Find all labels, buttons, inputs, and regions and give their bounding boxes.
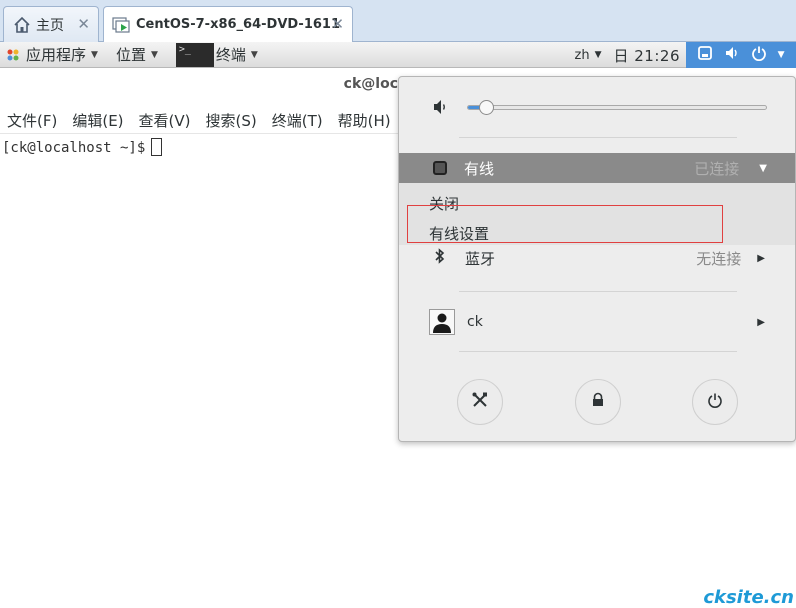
system-status-area[interactable]: ▼ (686, 42, 796, 68)
wired-label: 有线 (464, 159, 495, 178)
chevron-right-icon: ▶ (757, 252, 765, 264)
user-row[interactable]: ck ▶ (399, 307, 795, 337)
volume-slider-handle[interactable] (478, 100, 494, 115)
gnome-top-bar: 应用程序 ▼ 位置 ▼ >_ 终端 ▼ zh ▼ 日 21:26 ▼ (0, 42, 796, 68)
wired-status: 已连接 (694, 159, 740, 178)
user-name: ck (467, 314, 483, 330)
terminal-app-label: 终端 (215, 46, 246, 64)
chevron-down-icon: ▼ (150, 49, 158, 60)
places-label: 位置 (115, 46, 146, 64)
volume-icon (724, 45, 740, 65)
top-bar-right: zh ▼ 日 21:26 ▼ (569, 42, 796, 68)
input-method-menu[interactable]: zh ▼ (569, 48, 608, 63)
power-icon (751, 45, 767, 65)
tab-home-close-icon[interactable]: ✕ (77, 15, 90, 33)
power-off-button[interactable] (692, 379, 738, 425)
bluetooth-status: 无连接 (696, 249, 742, 268)
bluetooth-icon (433, 248, 447, 268)
settings-tools-icon (471, 391, 489, 413)
wired-connection-row[interactable]: 有线 已连接 ▼ (399, 153, 795, 183)
power-icon (707, 392, 723, 412)
menu-edit[interactable]: 编辑(E) (65, 110, 131, 131)
tab-strip: 主页 ✕ CentOS-7-x86_64-DVD-1611 ✕ (0, 0, 796, 42)
terminal-menu-bar: 文件(F) 编辑(E) 查看(V) 搜索(S) 终端(T) 帮助(H) (0, 108, 398, 134)
lock-icon (591, 392, 605, 412)
chevron-right-icon: ▶ (757, 316, 765, 328)
tab-home-label: 主页 (36, 17, 64, 34)
menu-help[interactable]: 帮助(H) (331, 110, 399, 131)
vm-icon (112, 15, 132, 35)
menu-terminal[interactable]: 终端(T) (265, 110, 331, 131)
chevron-down-icon: ▼ (594, 50, 602, 60)
settings-button[interactable] (457, 379, 503, 425)
menu-search[interactable]: 搜索(S) (199, 110, 265, 131)
separator (459, 351, 737, 352)
separator (459, 291, 737, 292)
separator (459, 137, 737, 138)
network-wired-icon (697, 45, 713, 65)
shell-prompt: [ck@localhost ~]$ (2, 140, 146, 156)
terminal-cursor (151, 138, 163, 156)
user-avatar-icon (429, 309, 455, 335)
chevron-down-icon: ▼ (250, 49, 258, 60)
clock[interactable]: 日 21:26 (608, 45, 687, 66)
lock-button[interactable] (575, 379, 621, 425)
annotation-highlight-box (407, 205, 723, 243)
volume-row (399, 89, 795, 125)
chevron-down-icon: ▼ (759, 162, 767, 174)
home-icon (12, 15, 32, 35)
chevron-down-icon: ▼ (91, 49, 98, 60)
applications-menu[interactable]: 应用程序 ▼ (0, 42, 104, 68)
tab-vm-close-icon[interactable]: ✕ (331, 15, 344, 33)
tab-vm-label: CentOS-7-x86_64-DVD-1611 (136, 17, 341, 32)
menu-view[interactable]: 查看(V) (132, 110, 199, 131)
places-menu[interactable]: 位置 ▼ (104, 42, 164, 68)
applications-label: 应用程序 (26, 46, 87, 64)
terminal-window-title: ck@loc (343, 76, 398, 92)
terminal-thumbnail-icon: >_ (175, 42, 214, 67)
tab-home[interactable]: 主页 ✕ (3, 6, 99, 42)
chevron-down-icon: ▼ (777, 50, 785, 60)
applications-icon (6, 48, 20, 62)
menu-file[interactable]: 文件(F) (0, 110, 65, 131)
tab-vm[interactable]: CentOS-7-x86_64-DVD-1611 ✕ (103, 6, 353, 42)
system-menu-popover: 有线 已连接 ▼ 关闭 有线设置 蓝牙 无连接 ▶ ck ▶ (398, 76, 796, 442)
input-language-label: zh (574, 47, 590, 63)
volume-low-icon (431, 97, 451, 117)
watermark: cksite.cn (703, 587, 794, 608)
network-wired-icon (433, 161, 447, 175)
bluetooth-row[interactable]: 蓝牙 无连接 ▶ (399, 243, 795, 273)
volume-slider[interactable] (467, 100, 767, 115)
terminal-app-menu[interactable]: >_ 终端 ▼ (164, 42, 264, 68)
bluetooth-label: 蓝牙 (465, 249, 496, 268)
